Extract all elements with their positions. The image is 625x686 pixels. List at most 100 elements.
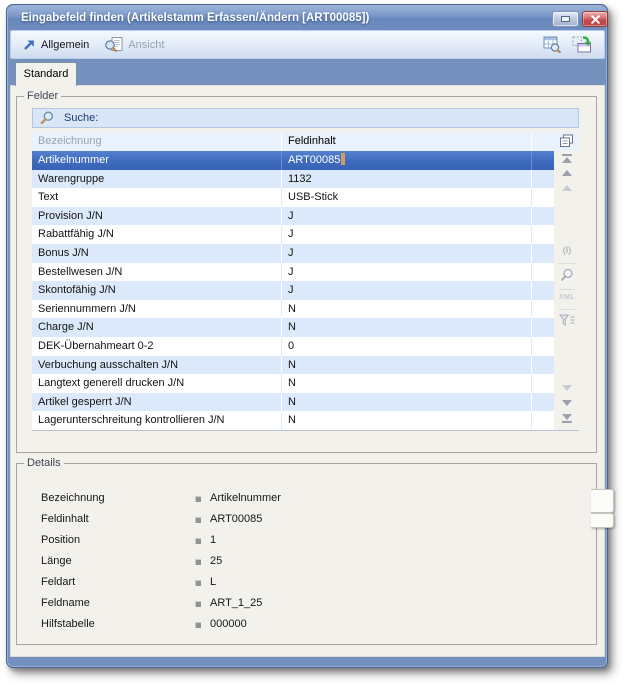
tab-standard[interactable]: Standard (15, 62, 77, 86)
row-bezeichnung: Artikel gesperrt J/N (32, 393, 282, 412)
window-title: Eingabefeld finden (Artikelstamm Erfasse… (21, 6, 369, 30)
xml-export-icon[interactable]: XML (554, 294, 580, 301)
detail-value: ART_1_25 (210, 593, 262, 614)
search-label: Suche: (64, 112, 98, 124)
detail-row: Feldart L (17, 572, 596, 593)
row-feldinhalt: 0 (282, 337, 532, 356)
row-bezeichnung: Verbuchung ausschalten J/N (32, 356, 282, 375)
scroll-down-icon[interactable] (554, 400, 580, 406)
row-spacer (532, 300, 554, 319)
column-header-feldinhalt[interactable]: Feldinhalt (282, 132, 532, 151)
table-row[interactable]: Provision J/N J (32, 207, 554, 226)
minimize-icon (561, 16, 570, 22)
detail-label: Hilfstabelle (41, 614, 95, 635)
toolbar-item-allgemein[interactable]: Allgemein (23, 38, 89, 51)
content-panel: Felder Suche: Bezeichnung Feldinhalt (10, 85, 605, 657)
row-feldinhalt: N (282, 356, 532, 375)
bullet-icon (195, 580, 201, 586)
search-icon (40, 111, 54, 125)
splitter-handle-top[interactable] (591, 489, 614, 513)
row-feldinhalt: 1132 (282, 170, 532, 189)
bullet-icon (195, 622, 201, 628)
detail-value: L (210, 572, 216, 593)
scroll-up-page-icon[interactable] (554, 185, 580, 191)
row-spacer (532, 337, 554, 356)
row-feldinhalt: J (282, 244, 532, 263)
table-row[interactable]: Artikel gesperrt J/N N (32, 393, 554, 412)
field-table: Artikelnummer ART00085 Warengruppe 1132 … (32, 151, 554, 430)
row-feldinhalt: N (282, 411, 532, 430)
detail-row: Feldname ART_1_25 (17, 593, 596, 614)
toolbar-item-label: Ansicht (128, 39, 164, 51)
table-row[interactable]: Rabattfähig J/N J (32, 225, 554, 244)
row-feldinhalt: J (282, 263, 532, 282)
detail-label: Feldart (41, 572, 75, 593)
detail-label: Feldname (41, 593, 90, 614)
close-button[interactable] (582, 11, 608, 27)
view-document-magnifier-icon (105, 37, 123, 52)
strip-divider (559, 289, 575, 290)
tab-label: Standard (24, 68, 69, 80)
felder-legend: Felder (24, 89, 61, 103)
table-row[interactable]: Warengruppe 1132 (32, 170, 554, 189)
row-feldinhalt: J (282, 225, 532, 244)
table-row[interactable]: Langtext generell drucken J/N N (32, 374, 554, 393)
table-row[interactable]: Bestellwesen J/N J (32, 263, 554, 282)
minimize-button[interactable] (552, 11, 579, 27)
row-bezeichnung: Lagerunterschreitung kontrollieren J/N (32, 411, 282, 430)
row-spacer (532, 225, 554, 244)
row-bezeichnung: Text (32, 188, 282, 207)
scroll-to-bottom-icon[interactable] (554, 414, 580, 423)
row-spacer (532, 281, 554, 300)
scroll-down-page-icon[interactable] (554, 385, 580, 391)
table-row[interactable]: Verbuchung ausschalten J/N N (32, 356, 554, 375)
scroll-to-top-icon[interactable] (554, 154, 580, 163)
row-bezeichnung: Bonus J/N (32, 244, 282, 263)
table-search-icon[interactable] (543, 36, 561, 53)
row-feldinhalt: N (282, 318, 532, 337)
table-row[interactable]: Artikelnummer ART00085 (32, 151, 554, 170)
copy-icon[interactable] (559, 134, 574, 148)
table-row[interactable]: Lagerunterschreitung kontrollieren J/N N (32, 411, 554, 430)
row-feldinhalt: J (282, 281, 532, 300)
row-spacer (532, 207, 554, 226)
row-feldinhalt: USB-Stick (282, 188, 532, 207)
row-bezeichnung: Provision J/N (32, 207, 282, 226)
table-row[interactable]: Text USB-Stick (32, 188, 554, 207)
strip-divider (559, 309, 575, 310)
text-cursor (341, 153, 345, 165)
bullet-icon (195, 601, 201, 607)
table-row[interactable]: Bonus J/N J (32, 244, 554, 263)
splitter-handle-bottom[interactable] (591, 513, 614, 528)
row-spacer (532, 374, 554, 393)
detail-value: 1 (210, 530, 216, 551)
close-icon (591, 15, 600, 24)
table-row[interactable]: Skontofähig J/N J (32, 281, 554, 300)
search-field[interactable]: Suche: (32, 108, 579, 128)
table-row[interactable]: Seriennummern J/N N (32, 300, 554, 319)
goto-field-window-icon[interactable] (572, 36, 592, 53)
felder-groupbox: Felder Suche: Bezeichnung Feldinhalt (16, 96, 597, 453)
table-header: Bezeichnung Feldinhalt (32, 132, 579, 151)
toolbar: Allgemein Ansicht (10, 30, 605, 59)
title-bar[interactable]: Eingabefeld finden (Artikelstamm Erfasse… (8, 6, 606, 30)
filter-icon[interactable] (554, 314, 580, 327)
column-width-icon[interactable]: (I) (554, 245, 580, 255)
column-header-bezeichnung[interactable]: Bezeichnung (32, 132, 282, 151)
table-row[interactable]: DEK-Übernahmeart 0-2 0 (32, 337, 554, 356)
bullet-icon (195, 538, 201, 544)
detail-row: Bezeichnung Artikelnummer (17, 488, 596, 509)
table-row[interactable]: Charge J/N N (32, 318, 554, 337)
row-spacer (532, 356, 554, 375)
detail-value: 000000 (210, 614, 247, 635)
toolbar-item-ansicht[interactable]: Ansicht (105, 37, 164, 52)
row-bezeichnung: Warengruppe (32, 170, 282, 189)
scroll-up-icon[interactable] (554, 170, 580, 176)
detail-value: ART00085 (210, 509, 262, 530)
row-feldinhalt: N (282, 300, 532, 319)
row-spacer (532, 318, 554, 337)
row-spacer (532, 244, 554, 263)
zoom-row-icon[interactable] (554, 268, 580, 282)
row-bezeichnung: DEK-Übernahmeart 0-2 (32, 337, 282, 356)
arrow-up-right-icon (23, 38, 36, 51)
